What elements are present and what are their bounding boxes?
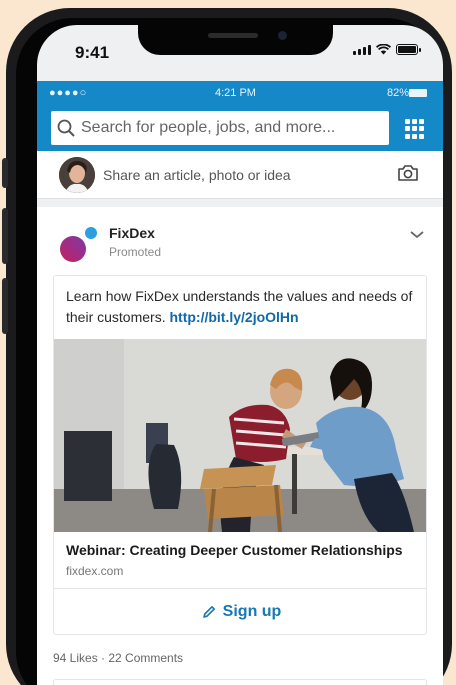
promoted-label: Promoted xyxy=(109,245,162,259)
link-headline[interactable]: Webinar: Creating Deeper Customer Relati… xyxy=(66,542,403,558)
side-button-mute xyxy=(2,158,8,188)
notch xyxy=(138,25,333,55)
fixdex-logo[interactable] xyxy=(59,224,101,264)
share-box[interactable]: Share an article, photo or idea xyxy=(37,151,443,199)
grid-icon[interactable] xyxy=(405,119,425,139)
ios-clock: 9:41 xyxy=(75,43,110,62)
next-post-edge xyxy=(53,679,427,685)
app-status-time: 4:21 PM xyxy=(215,87,256,99)
avatar[interactable] xyxy=(59,157,95,193)
search-bar[interactable] xyxy=(51,111,389,145)
front-camera xyxy=(278,31,287,40)
carrier-signal: ●●●●○ xyxy=(49,87,88,99)
post-stats[interactable]: 94 Likes · 22 Comments xyxy=(53,651,183,665)
side-button-volume-up xyxy=(2,208,8,264)
app-status-bar: ●●●●○ 4:21 PM 82% xyxy=(37,87,443,101)
signal-icon xyxy=(353,45,371,55)
signup-button[interactable]: Sign up xyxy=(54,589,426,634)
search-icon xyxy=(51,119,81,137)
sponsored-card[interactable]: Learn how FixDex understands the values … xyxy=(53,275,427,635)
post-link[interactable]: http://bit.ly/2joOlHn xyxy=(169,309,298,325)
battery-percent: 82% xyxy=(387,87,410,99)
signup-label: Sign up xyxy=(222,603,282,620)
search-input[interactable] xyxy=(81,119,381,137)
ios-status-icons xyxy=(353,44,421,55)
side-button-volume-down xyxy=(2,278,8,334)
pencil-icon xyxy=(202,606,215,618)
post-text: Learn how FixDex understands the values … xyxy=(66,286,418,328)
chevron-down-icon[interactable] xyxy=(409,227,425,245)
post-author[interactable]: FixDex xyxy=(109,225,155,241)
share-prompt[interactable]: Share an article, photo or idea xyxy=(103,167,291,183)
link-domain: fixdex.com xyxy=(66,564,124,578)
phone-screen: 9:41 ●●●●○ 4:21 PM 82% Search for people… xyxy=(37,25,443,685)
app-battery-icon xyxy=(409,89,427,97)
battery-icon xyxy=(396,44,421,55)
speaker-grille xyxy=(208,33,258,38)
wifi-icon xyxy=(376,44,391,55)
feed-post: FixDex Promoted Learn how FixDex underst… xyxy=(37,207,443,685)
post-image[interactable] xyxy=(54,339,426,532)
camera-icon[interactable] xyxy=(397,163,419,188)
